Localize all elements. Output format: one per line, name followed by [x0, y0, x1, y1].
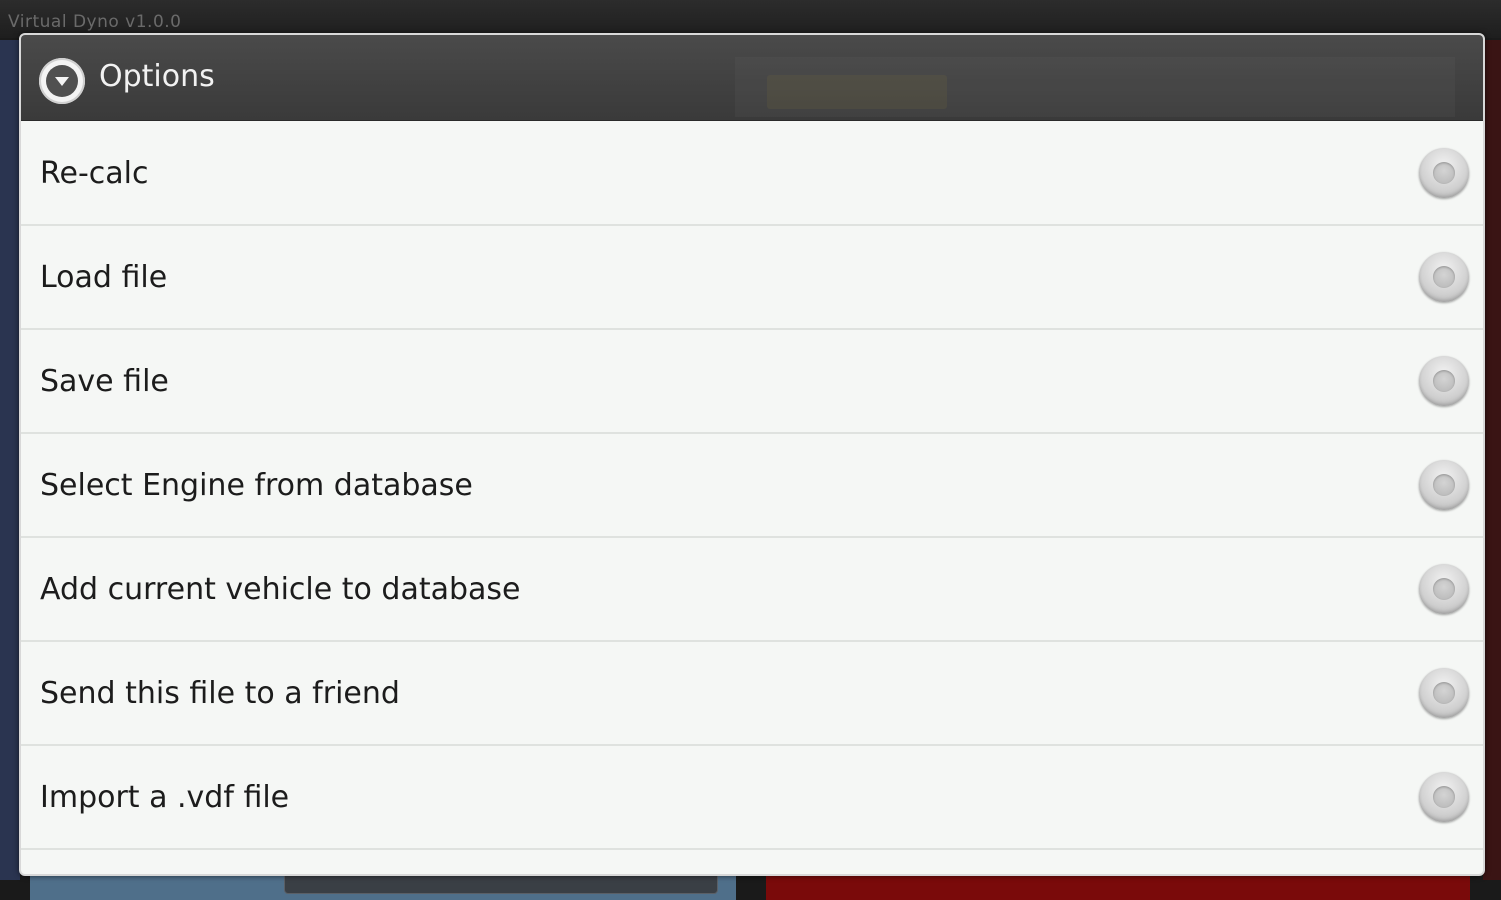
option-label: Import a .vdf file: [40, 779, 290, 815]
dialog-header: Options: [21, 35, 1483, 121]
option-row-partial[interactable]: [21, 850, 1483, 874]
option-save-file[interactable]: Save file: [21, 330, 1483, 434]
background-right-strip: [1483, 40, 1501, 880]
option-recalc[interactable]: Re-calc: [21, 122, 1483, 226]
option-label: Select Engine from database: [40, 467, 473, 503]
radio-button[interactable]: [1419, 252, 1469, 302]
option-select-engine[interactable]: Select Engine from database: [21, 434, 1483, 538]
dialog-title: Options: [99, 59, 215, 94]
app-title: Virtual Dyno v1.0.0: [8, 12, 182, 32]
option-load-file[interactable]: Load file: [21, 226, 1483, 330]
option-import-vdf[interactable]: Import a .vdf file: [21, 746, 1483, 850]
option-label: Save file: [40, 363, 169, 399]
background-ghost-box: [767, 75, 947, 109]
radio-button[interactable]: [1419, 668, 1469, 718]
background-left-strip: [0, 40, 20, 880]
option-label: Re-calc: [40, 155, 149, 191]
radio-button[interactable]: [1419, 772, 1469, 822]
radio-button[interactable]: [1419, 356, 1469, 406]
options-dialog: Options Re-calc Load file Save file Sele…: [19, 33, 1485, 876]
radio-button[interactable]: [1419, 564, 1469, 614]
dropdown-circle-icon: [39, 58, 85, 104]
radio-button[interactable]: [1419, 460, 1469, 510]
option-label: Load file: [40, 259, 168, 295]
option-label: Add current vehicle to database: [40, 571, 521, 607]
option-send-file[interactable]: Send this file to a friend: [21, 642, 1483, 746]
option-add-vehicle[interactable]: Add current vehicle to database: [21, 538, 1483, 642]
option-label: Send this file to a friend: [40, 675, 400, 711]
radio-button[interactable]: [1419, 148, 1469, 198]
options-list: Re-calc Load file Save file Select Engin…: [21, 122, 1483, 874]
